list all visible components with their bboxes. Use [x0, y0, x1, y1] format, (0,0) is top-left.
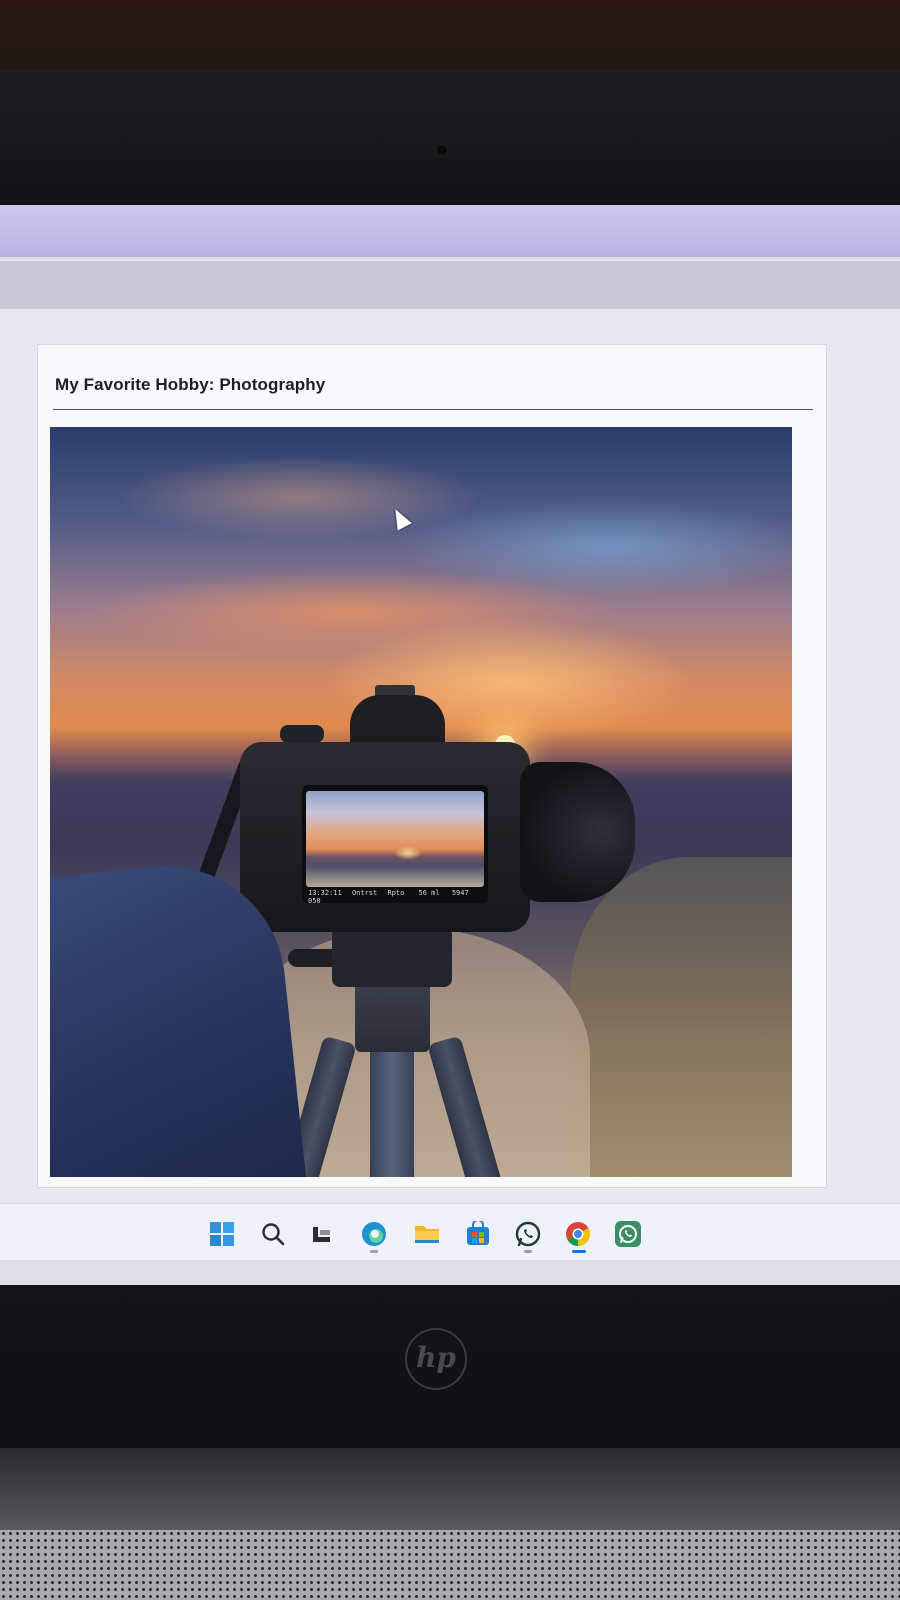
- edge-running-indicator: [370, 1250, 378, 1253]
- whatsapp-icon[interactable]: [513, 1219, 543, 1249]
- camera-mode-dial: [280, 725, 324, 743]
- lcd-left-label: Ontrst: [351, 889, 378, 897]
- lcd-mode: Rpto: [387, 889, 405, 897]
- tripod-leg-center: [370, 1047, 414, 1177]
- browser-title-bar: [0, 205, 900, 257]
- task-view-icon[interactable]: [306, 1219, 336, 1249]
- browser-toolbar: [0, 260, 900, 309]
- lcd-time: 13:32:11: [308, 889, 342, 897]
- page-title: My Favorite Hobby: Photography: [55, 375, 326, 394]
- edge-icon[interactable]: [359, 1219, 389, 1249]
- lcd-mid: 56 ml: [418, 889, 440, 897]
- windows-icon[interactable]: [207, 1219, 237, 1249]
- camera-lcd-info: 13:32:11 Ontrst Rpto 56 ml 5947 050: [308, 889, 484, 905]
- windows-taskbar: [0, 1203, 900, 1260]
- whatsapp-running-indicator: [524, 1250, 532, 1253]
- tripod-head: [332, 927, 452, 987]
- photo-hillside: [570, 857, 792, 1177]
- chrome-icon[interactable]: [563, 1219, 593, 1249]
- folder-icon[interactable]: [412, 1219, 442, 1249]
- camera-lens: [520, 762, 635, 902]
- speaker-grille: [0, 1530, 900, 1600]
- background-wall: [0, 0, 900, 80]
- search-icon[interactable]: [258, 1219, 288, 1249]
- hp-logo: hp: [405, 1328, 467, 1390]
- whatsapp-business-icon[interactable]: [613, 1219, 643, 1249]
- camera-lcd-preview: [306, 791, 484, 887]
- tripod-column: [355, 982, 430, 1052]
- content-card: My Favorite Hobby: Photography 13:32:11: [38, 345, 826, 1187]
- webcam-icon: [437, 145, 447, 155]
- title-divider: [53, 409, 813, 410]
- chrome-active-indicator: [572, 1250, 586, 1253]
- store-icon[interactable]: [463, 1219, 493, 1249]
- monitor-top-bezel: [0, 70, 900, 220]
- screen: My Favorite Hobby: Photography 13:32:11: [0, 205, 900, 1285]
- hobby-photo: 13:32:11 Ontrst Rpto 56 ml 5947 050: [50, 427, 792, 1177]
